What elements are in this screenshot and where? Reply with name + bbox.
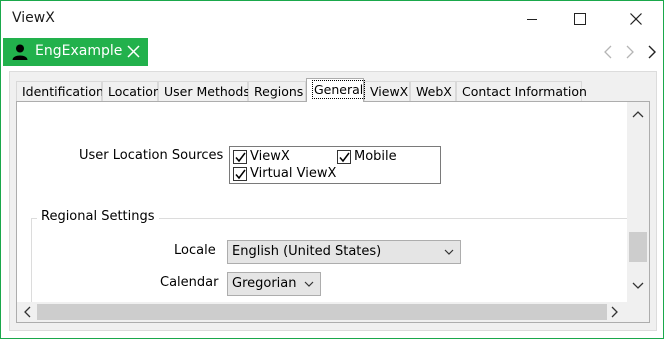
chevron-left-icon[interactable] [23, 306, 31, 318]
checkbox-label: ViewX [250, 149, 290, 164]
close-icon [630, 13, 642, 25]
scrollbar-corner [627, 302, 649, 322]
horizontal-scroll-thumb[interactable] [37, 304, 607, 320]
maximize-icon [574, 13, 586, 25]
calendar-label: Calendar [160, 275, 219, 290]
virtual-viewx-source-checkbox[interactable]: Virtual ViewX [233, 166, 336, 181]
close-icon[interactable] [127, 45, 140, 58]
tab-label: General [312, 80, 366, 99]
checkbox-label: Mobile [354, 149, 397, 164]
tab-identification[interactable]: Identification [16, 81, 104, 102]
locale-label: Locale [174, 243, 216, 258]
minimize-button[interactable] [509, 1, 555, 37]
checkbox-box [337, 149, 351, 164]
regional-settings-title: Regional Settings [37, 209, 159, 224]
checkmark-icon [235, 152, 246, 162]
minimize-icon [527, 19, 537, 20]
horizontal-scrollbar[interactable] [17, 302, 627, 322]
window-title: ViewX [12, 10, 55, 26]
locale-select[interactable]: English (United States) [227, 240, 461, 264]
chevron-right-icon[interactable] [611, 306, 619, 318]
checkmark-icon [235, 169, 246, 179]
chevron-right-icon [648, 45, 656, 59]
tab-user-methods[interactable]: User Methods [158, 81, 250, 102]
vertical-scrollbar[interactable] [627, 102, 649, 304]
checkbox-label: Virtual ViewX [250, 166, 337, 181]
properties-area: Identification Location User Methods Reg… [9, 71, 657, 331]
app-window: ViewX EngExample Identification Location… [0, 0, 664, 339]
checkmark-icon [339, 152, 350, 162]
calendar-value: Gregorian [232, 276, 297, 291]
document-tab-label: EngExample [35, 43, 123, 59]
user-icon [12, 44, 28, 60]
mobile-source-checkbox[interactable]: Mobile [337, 149, 397, 164]
tab-label: User Methods [164, 84, 250, 99]
maximize-button[interactable] [557, 1, 603, 37]
tab-general[interactable]: General [306, 78, 366, 102]
chevron-left-icon [604, 45, 612, 59]
close-window-button[interactable] [613, 1, 659, 37]
chevron-down-icon [444, 249, 454, 255]
document-tab-strip: EngExample [1, 37, 663, 67]
tab-location[interactable]: Location [102, 81, 161, 102]
previous-tab-button[interactable] [600, 43, 616, 61]
chevron-down-icon[interactable] [632, 282, 644, 290]
location-sources-box: ViewX Mobile Virtual ViewX [229, 146, 441, 184]
tab-label: Regions [254, 84, 304, 99]
checkbox-box [233, 149, 247, 164]
user-location-sources-label: User Location Sources [79, 148, 224, 163]
tab-label: Identification [22, 84, 104, 99]
tab-regions[interactable]: Regions [248, 81, 306, 102]
title-bar: ViewX [1, 1, 663, 37]
tab-label: ViewX [370, 84, 409, 99]
chevron-up-icon[interactable] [632, 110, 644, 118]
tab-viewx[interactable]: ViewX [364, 81, 410, 102]
vertical-scroll-thumb[interactable] [629, 232, 647, 262]
tab-label: WebX [416, 84, 452, 99]
tab-webx[interactable]: WebX [410, 81, 456, 102]
calendar-select[interactable]: Gregorian [227, 272, 321, 296]
chevron-down-icon [304, 281, 314, 287]
tab-contact-information[interactable]: Contact Information [456, 81, 587, 102]
locale-value: English (United States) [232, 244, 382, 259]
general-panel: User Location Sources ViewX Mobile Virtu… [16, 101, 650, 323]
checkbox-box [233, 166, 247, 181]
chevron-right-icon [626, 45, 634, 59]
tab-menu-button[interactable] [644, 43, 660, 61]
viewx-source-checkbox[interactable]: ViewX [233, 149, 290, 164]
next-tab-button[interactable] [622, 43, 638, 61]
document-tab[interactable]: EngExample [3, 38, 148, 66]
tab-label: Contact Information [462, 84, 587, 99]
tab-label: Location [108, 84, 161, 99]
